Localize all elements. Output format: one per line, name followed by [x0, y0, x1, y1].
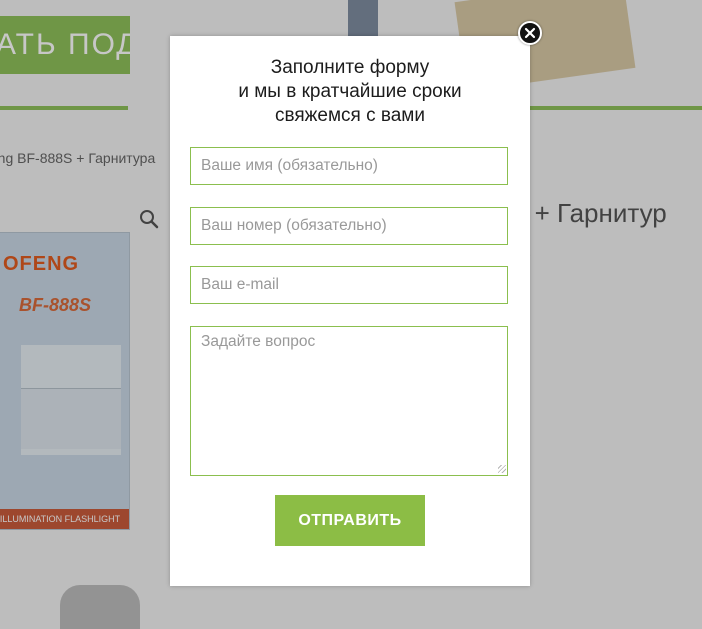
name-field[interactable] [190, 147, 508, 185]
modal-heading: Заполните форму и мы в кратчайшие сроки … [238, 57, 462, 126]
phone-field[interactable] [190, 207, 508, 245]
close-icon[interactable] [518, 21, 542, 45]
textarea-resize-handle[interactable] [498, 465, 506, 473]
question-field[interactable] [190, 326, 508, 476]
contact-form-modal: Заполните форму и мы в кратчайшие сроки … [170, 36, 530, 586]
submit-button[interactable]: ОТПРАВИТЬ [275, 495, 425, 546]
email-field[interactable] [190, 266, 508, 304]
